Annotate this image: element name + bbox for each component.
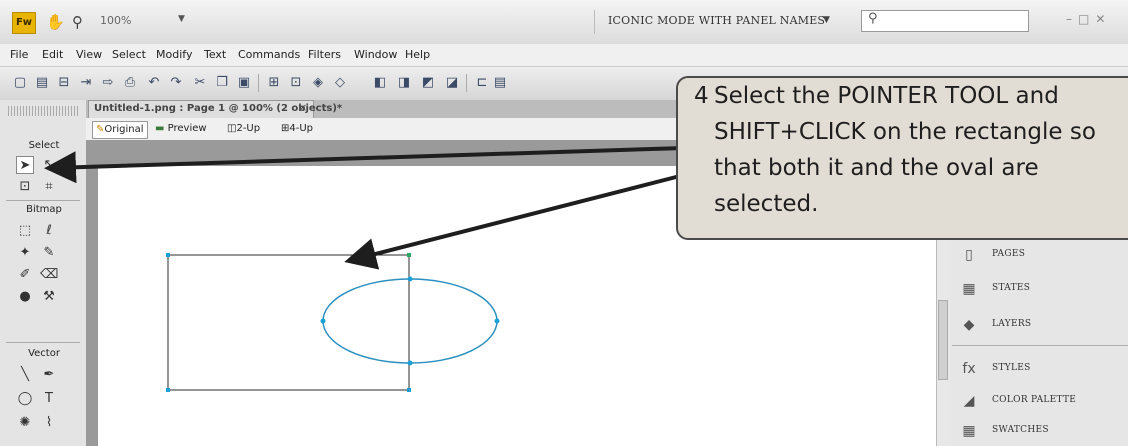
oval-shape[interactable] [322,278,498,364]
rectangle-shape[interactable] [167,254,410,391]
instruction-text: Select the POINTER TOOL and SHIFT+CLICK … [714,83,1096,217]
selection-handle[interactable] [407,253,411,257]
annotation-arrow [344,174,681,270]
selection-handle[interactable] [407,276,413,282]
selection-handle[interactable] [320,318,326,324]
annotation-arrow [44,146,685,184]
selection-handle[interactable] [166,253,170,257]
selection-handle[interactable] [494,318,500,324]
selection-handle[interactable] [407,360,413,366]
step-number: 4 [694,83,709,109]
selection-handle[interactable] [166,388,170,392]
selection-handle[interactable] [407,388,411,392]
